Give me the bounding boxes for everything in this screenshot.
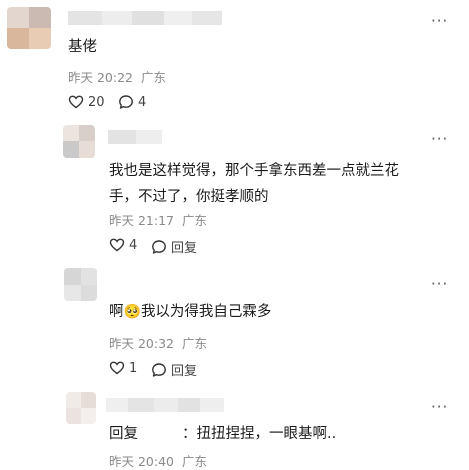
like-count: 20: [88, 94, 105, 110]
comment-text-body: ：扭扭捏捏，一眼基啊..: [182, 426, 337, 442]
more-horizontal-icon[interactable]: ···: [431, 132, 448, 147]
comment-meta: 昨天 20:22 广东: [68, 67, 166, 86]
comment-text: 回复 ：扭扭捏捏，一眼基啊..: [109, 421, 336, 447]
comment-text: 我也是这样觉得，那个手拿东西差一点就兰花 手，不过了，你挺孝顺的: [109, 158, 399, 210]
reply-prefix: 回复: [109, 426, 138, 442]
comment-button[interactable]: 4: [118, 94, 146, 110]
comment-text: 啊🥺我以为得我自己霖多: [109, 299, 271, 325]
reply-count: 4: [138, 94, 147, 110]
comment-meta: 昨天 20:32 广东: [109, 333, 207, 352]
reply-button[interactable]: 回复: [151, 360, 197, 379]
comment-text-line-1: 我也是这样觉得，那个手拿东西差一点就兰花: [109, 163, 399, 179]
comment-location: 广东: [181, 336, 207, 351]
comment-time: 昨天 20:32: [109, 336, 174, 351]
more-horizontal-icon[interactable]: ···: [431, 14, 448, 29]
avatar[interactable]: [7, 7, 51, 49]
comment-time: 昨天 21:17: [109, 213, 174, 228]
pleading-emoji-icon: 🥺: [123, 304, 141, 320]
reply-button[interactable]: 回复: [151, 237, 197, 256]
like-button[interactable]: 1: [109, 360, 137, 376]
like-count: 4: [129, 237, 138, 253]
comment-location: 广东: [181, 213, 207, 228]
comment-meta: 昨天 21:17 广东: [109, 210, 207, 229]
username-blurred[interactable]: [106, 398, 224, 412]
heart-icon: [109, 360, 125, 376]
comment-text-line-2: 手，不过了，你挺孝顺的: [109, 189, 269, 205]
reply-label: 回复: [171, 364, 198, 379]
comment-location: 广东: [181, 454, 207, 469]
reply-label: 回复: [171, 241, 198, 256]
more-horizontal-icon[interactable]: ···: [431, 277, 448, 292]
avatar[interactable]: [63, 125, 95, 158]
comment-bubble-icon: [151, 362, 167, 378]
heart-icon: [68, 94, 84, 110]
reply-target-blurred[interactable]: [138, 427, 182, 441]
comment-time: 昨天 20:40: [109, 454, 174, 469]
comment-meta: 昨天 20:40 广东: [109, 451, 207, 470]
more-horizontal-icon[interactable]: ···: [431, 400, 448, 415]
like-button[interactable]: 4: [109, 237, 137, 253]
like-button[interactable]: 20: [68, 94, 105, 110]
comment-location: 广东: [140, 70, 166, 85]
avatar[interactable]: [64, 268, 97, 301]
comment-text-prefix: 啊: [109, 304, 124, 320]
username-blurred[interactable]: [68, 11, 222, 25]
comment-text-suffix: 我以为得我自己霖多: [140, 304, 272, 320]
comment-text: 基佬: [68, 39, 97, 55]
username-blurred[interactable]: [108, 130, 162, 144]
heart-icon: [109, 237, 125, 253]
comment-bubble-icon: [118, 94, 134, 110]
comment-time: 昨天 20:22: [68, 70, 133, 85]
avatar[interactable]: [66, 392, 96, 424]
comment-bubble-icon: [151, 239, 167, 255]
like-count: 1: [129, 360, 138, 376]
